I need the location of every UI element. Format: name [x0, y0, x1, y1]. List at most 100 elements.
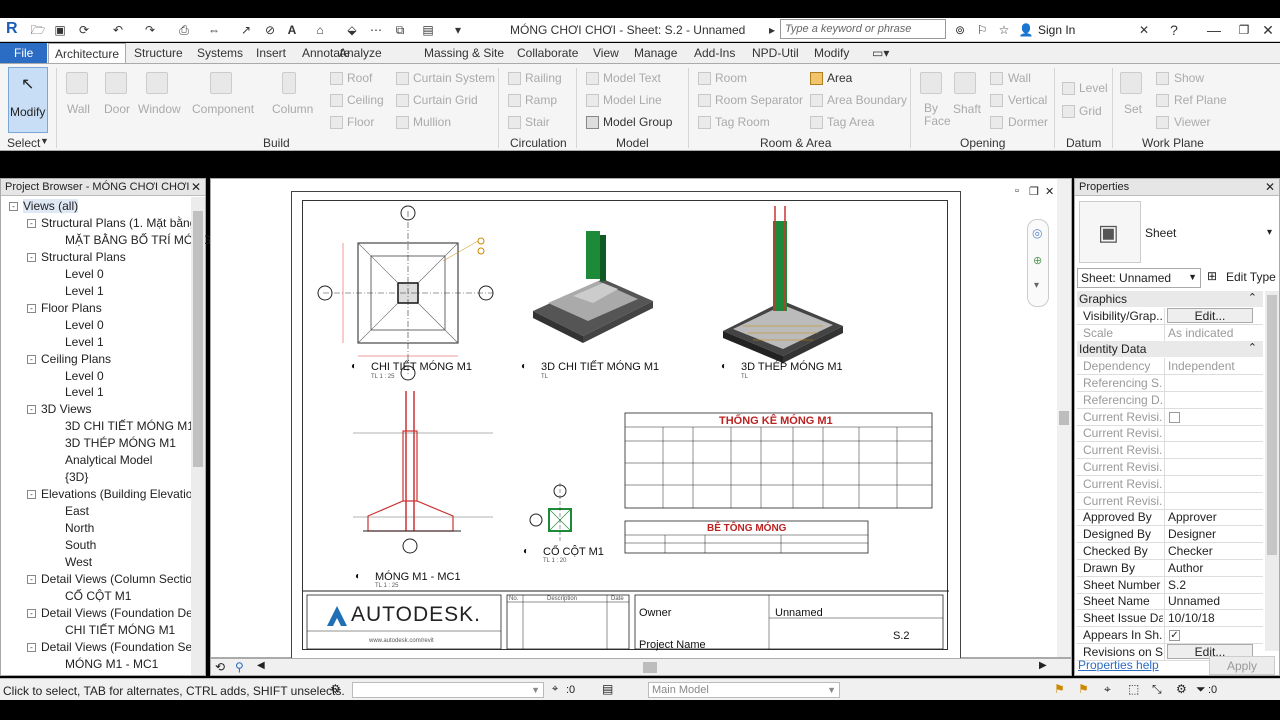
tree-item[interactable]: South	[47, 538, 96, 552]
property-section-header[interactable]: Graphics ⌃	[1077, 291, 1263, 307]
select-chevron-icon[interactable]: ▼	[40, 136, 49, 146]
schedule-title-be-tong[interactable]: BÊ TÔNG MÓNG	[707, 523, 786, 534]
dormer-icon[interactable]	[990, 116, 1003, 129]
design-option-dropdown[interactable]: Main Model ▼	[648, 682, 840, 698]
measure-icon[interactable]: ⇔	[206, 22, 222, 38]
tree-item[interactable]: West	[47, 555, 92, 569]
by-face-button[interactable]: By Face	[924, 102, 951, 128]
view-bubble-2[interactable]: ◐	[355, 571, 361, 582]
tree-item[interactable]: - Ceiling Plans	[27, 352, 111, 366]
view-bubble-1[interactable]: ◐	[523, 546, 529, 557]
model-group-button[interactable]: Model Group	[603, 115, 672, 129]
tree-item[interactable]: - Detail Views (Foundation Deta	[27, 606, 203, 620]
property-row[interactable]: Scale As indicated	[1077, 324, 1263, 342]
vertical-opening-button[interactable]: Vertical	[1008, 93, 1047, 107]
tree-item[interactable]: - Structural Plans (1. Mặt bằng	[27, 216, 196, 230]
property-row[interactable]: Designed By Designer	[1077, 526, 1263, 544]
tree-item[interactable]: Level 0	[47, 369, 104, 383]
by-face-icon[interactable]	[920, 72, 942, 94]
view-bubble-3[interactable]: ◐	[721, 361, 727, 372]
tab-npd-util[interactable]: NPD-Util	[746, 45, 805, 61]
window-button[interactable]: Window	[138, 102, 181, 116]
select-dropdown[interactable]: Select	[7, 136, 40, 150]
steering-wheel-icon[interactable]: ◎	[1032, 226, 1042, 240]
show-workplane-button[interactable]: Show	[1174, 71, 1204, 85]
type-dropdown-icon[interactable]: ▾	[1267, 227, 1272, 238]
tree-item[interactable]: -3D Views	[27, 402, 91, 416]
tree-item[interactable]: Analytical Model	[47, 453, 152, 467]
properties-scrollbar[interactable]	[1265, 291, 1279, 651]
collapse-toggle-icon[interactable]: -	[27, 490, 36, 500]
select-pinned-icon[interactable]: ⌖	[1104, 682, 1111, 697]
property-row[interactable]: Sheet Name Unnamed	[1077, 593, 1263, 611]
property-edit-button[interactable]: Edit...	[1167, 307, 1253, 323]
collapse-toggle-icon[interactable]: -	[27, 405, 36, 415]
instance-selector[interactable]: Sheet: Unnamed ▼	[1077, 268, 1201, 288]
railing-icon[interactable]	[508, 72, 521, 85]
tree-item[interactable]: Level 1	[47, 385, 104, 399]
collapse-toggle-icon[interactable]: -	[27, 252, 36, 262]
thin-lines-icon[interactable]: ⋯	[368, 22, 384, 38]
select-by-face-icon[interactable]: ⬚	[1128, 682, 1139, 696]
property-row[interactable]: Dependency Independent	[1077, 358, 1263, 376]
set-workplane-button[interactable]: Set	[1124, 102, 1142, 116]
shaft-button[interactable]: Shaft	[953, 102, 981, 116]
favorites-icon[interactable]: ☆	[996, 22, 1012, 38]
curtain-grid-icon[interactable]	[396, 94, 409, 107]
roof-button[interactable]: Roof	[347, 71, 372, 85]
section-icon[interactable]: ⬙	[344, 22, 360, 38]
tab-collaborate[interactable]: Collaborate	[511, 45, 584, 61]
tag-icon[interactable]: ⊘	[262, 22, 278, 38]
room-separator-button[interactable]: Room Separator	[715, 93, 803, 107]
door-button[interactable]: Door	[104, 102, 130, 116]
search-input[interactable]: Type a keyword or phrase	[780, 19, 946, 39]
subscription-icon[interactable]: ⚐	[974, 22, 990, 38]
stair-button[interactable]: Stair	[525, 115, 550, 129]
sign-in-button[interactable]: Sign In	[1038, 23, 1075, 37]
exchange-icon[interactable]: ✕	[1136, 22, 1152, 38]
ramp-icon[interactable]	[508, 94, 521, 107]
redo-icon[interactable]: ↷	[142, 22, 158, 38]
tag-room-icon[interactable]	[698, 116, 711, 129]
modify-button[interactable]: ↖ Modify	[8, 67, 48, 133]
text-icon[interactable]: A	[284, 22, 300, 38]
model-text-icon[interactable]	[586, 72, 599, 85]
collapse-toggle-icon[interactable]: -	[27, 354, 36, 364]
property-row[interactable]: Current Revisi...	[1077, 492, 1263, 510]
property-row[interactable]: Drawn By Author	[1077, 559, 1263, 577]
background-process-icon[interactable]: ⚙	[1176, 682, 1187, 696]
edit-type-icon[interactable]: ⊞	[1207, 269, 1217, 283]
tab-file[interactable]: File	[0, 43, 48, 63]
collapse-toggle-icon[interactable]: -	[27, 574, 36, 584]
collapse-toggle-icon[interactable]: -	[27, 642, 36, 652]
component-button[interactable]: Component	[192, 102, 254, 116]
schedule-title-thong-ke[interactable]: THỐNG KÊ MÓNG M1	[719, 415, 833, 427]
scroll-left-icon[interactable]: ◀	[257, 660, 265, 671]
close-icon[interactable]: ✕	[1045, 185, 1054, 198]
revit-logo-icon[interactable]: R	[6, 20, 18, 38]
tab-architecture[interactable]: Architecture	[48, 43, 127, 64]
property-row[interactable]: Appears In Sh... ✓	[1077, 627, 1263, 644]
drag-elements-icon[interactable]: ⤡	[1152, 682, 1162, 697]
tab-massing-site[interactable]: Massing & Site	[418, 45, 510, 61]
dimension-icon[interactable]: ↗	[238, 22, 254, 38]
roof-icon[interactable]	[330, 72, 343, 85]
restore-icon[interactable]: ▫	[1015, 185, 1019, 197]
property-row[interactable]: Sheet Issue Date 10/10/18	[1077, 610, 1263, 628]
tree-item[interactable]: Level 0	[47, 267, 104, 281]
window-icon[interactable]	[146, 72, 168, 94]
floor-button[interactable]: Floor	[347, 115, 374, 129]
scroll-right-icon[interactable]: ▶	[1039, 660, 1047, 671]
tree-item[interactable]: MẶT BẰNG BỐ TRÍ MÓNG	[47, 233, 211, 247]
tab-modify[interactable]: Modify	[808, 45, 855, 61]
tree-item[interactable]: {3D}	[47, 470, 88, 484]
ceiling-icon[interactable]	[330, 94, 343, 107]
column-button[interactable]: Column	[272, 102, 313, 116]
collapse-icon[interactable]: ⌃	[1248, 291, 1257, 304]
level-icon[interactable]	[1062, 82, 1075, 95]
property-row[interactable]: Checked By Checker	[1077, 543, 1263, 560]
expand-arrow-icon[interactable]: ▸	[764, 22, 780, 38]
tree-item[interactable]: Level 1	[47, 284, 104, 298]
tree-item[interactable]: - Views (all)	[9, 199, 79, 213]
user-icon[interactable]: 👤	[1018, 22, 1034, 38]
